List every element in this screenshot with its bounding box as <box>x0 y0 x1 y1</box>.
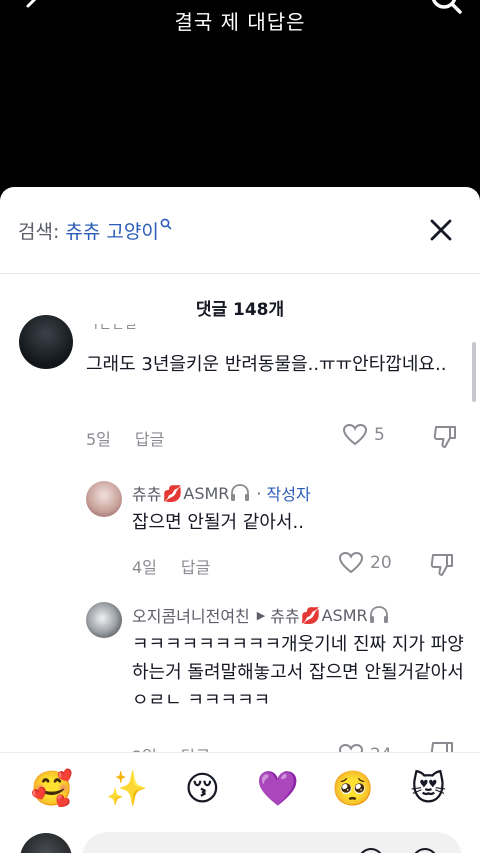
comment-input[interactable] <box>82 832 462 853</box>
like-button[interactable]: 20 <box>338 551 392 575</box>
comment-input-row <box>0 827 480 853</box>
emoji-kissing[interactable]: 😚 <box>178 769 226 809</box>
comment-author-row[interactable]: 오지콤녀니전여친 ▶ 츄츄 💋 ASMR <box>132 603 390 627</box>
creator-badge: 작성자 <box>266 485 311 504</box>
reply-to-author[interactable]: 츄츄 <box>270 603 299 627</box>
avatar[interactable] <box>86 602 122 638</box>
emoji-icon[interactable] <box>412 848 438 853</box>
emoji-smiling-hearts[interactable]: 🥰 <box>28 769 76 809</box>
like-count: 20 <box>370 553 392 573</box>
headphones-icon <box>369 606 388 623</box>
my-avatar <box>20 833 72 853</box>
comment-date: 4일 <box>132 558 157 577</box>
emoji-heart-eyes-cat[interactable]: 😻 <box>404 769 452 809</box>
comment-text: ㅋㅋㅋㅋㅋㅋㅋㅋㅋ개웃기네 진짜 지가 파양하는거 돌려말해놓고서 잡으면 안될… <box>132 634 464 711</box>
comment-author[interactable]: 오지콤녀니전여친 <box>132 603 250 627</box>
avatar[interactable] <box>19 315 73 369</box>
kiss-mark-icon: 💋 <box>162 483 183 503</box>
like-button[interactable]: 5 <box>342 423 385 447</box>
emoji-quick-bar: 🥰 ✨ 😚 💜 🥺 😻 <box>0 752 480 824</box>
reply-button[interactable]: 답글 <box>135 430 164 449</box>
reply-button[interactable]: 답글 <box>181 558 210 577</box>
mention-icon[interactable] <box>358 848 384 853</box>
comment-count: 댓글 148개 <box>195 300 285 320</box>
avatar[interactable] <box>86 481 122 517</box>
comment-text: 그래도 3년을키운 반려동물을..ㅠㅠ안타깝네요.. <box>86 354 447 375</box>
dot-separator: · <box>256 483 262 503</box>
heart-icon <box>338 551 364 574</box>
emoji-sparkles[interactable]: ✨ <box>103 769 151 809</box>
comment-author[interactable]: 츄츄 <box>132 481 161 505</box>
author-suffix: ASMR <box>183 483 230 503</box>
search-icon[interactable] <box>426 0 466 18</box>
heart-icon <box>342 423 368 446</box>
search-query[interactable]: 츄츄 고양이 <box>65 221 158 243</box>
reply-arrow-icon: ▶ <box>256 608 266 622</box>
headphones-icon <box>231 484 250 501</box>
divider <box>0 273 480 274</box>
comment-meta: 4일 답글 <box>132 554 210 578</box>
comment-meta: 5일 답글 <box>86 426 164 450</box>
search-label: 검색: <box>18 221 66 243</box>
video-title: 결국 제 대답은 <box>174 10 306 34</box>
reply-to-suffix: ASMR <box>321 605 368 625</box>
search-small-icon <box>160 218 172 230</box>
comment-author-row[interactable]: 츄츄 💋 ASMR · 작성자 <box>132 481 311 505</box>
like-count: 5 <box>374 425 385 445</box>
dislike-icon[interactable] <box>431 423 459 451</box>
emoji-pleading[interactable]: 🥺 <box>329 769 377 809</box>
comment-text: 잡으면 안될거 같아서.. <box>132 512 304 533</box>
scrollbar[interactable] <box>472 342 476 402</box>
dislike-icon[interactable] <box>428 551 456 579</box>
close-icon[interactable] <box>428 217 454 243</box>
emoji-purple-heart[interactable]: 💜 <box>254 769 302 809</box>
comment-author[interactable]: ㄱㄴㄷㄹ <box>86 324 156 332</box>
kiss-mark-icon: 💋 <box>300 605 321 625</box>
comment-date: 5일 <box>86 430 111 449</box>
comments-sheet: 검색: 츄츄 고양이 댓글 148개 ㄱㄴㄷㄹ 그래도 3년을키운 반려동물을.… <box>0 187 480 853</box>
search-suggestion[interactable]: 검색: 츄츄 고양이 <box>18 217 172 244</box>
